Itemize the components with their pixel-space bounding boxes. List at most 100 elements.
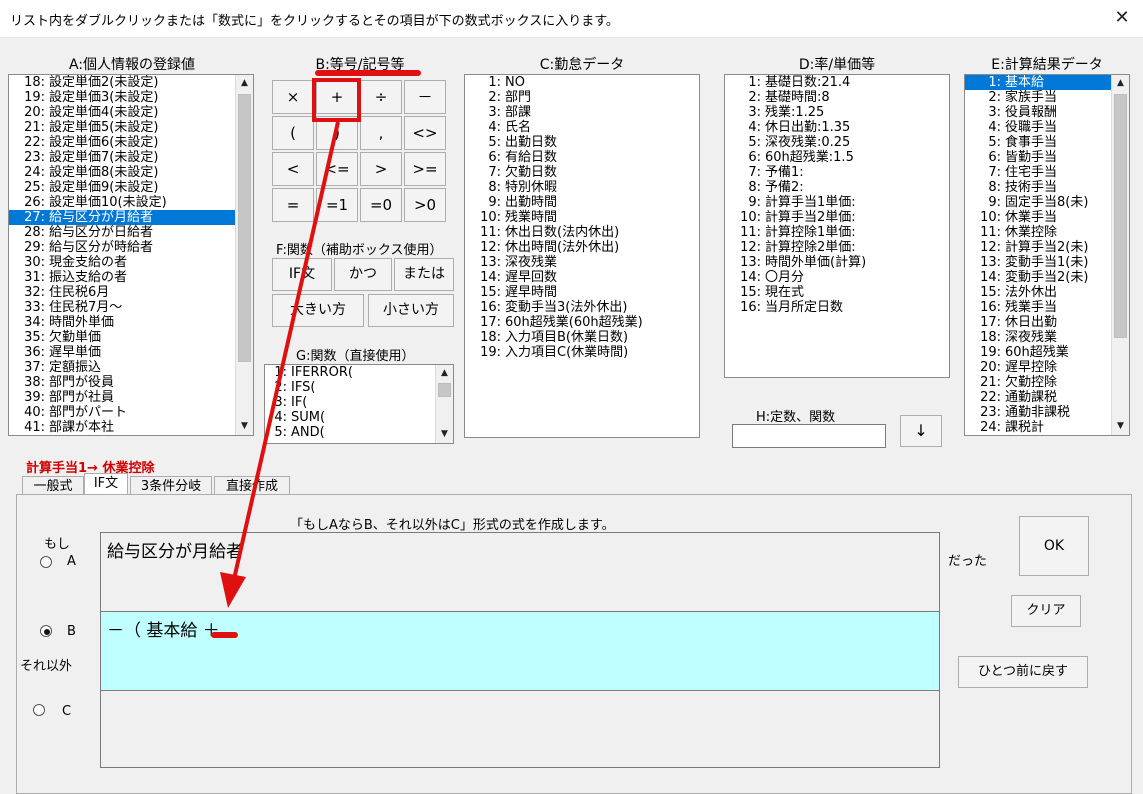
minus-button[interactable]: －: [404, 80, 446, 114]
list-item[interactable]: 2: 家族手当: [965, 90, 1129, 105]
plus-button[interactable]: +: [316, 80, 358, 114]
list-item[interactable]: 26: 設定単価10(未設定): [9, 195, 253, 210]
list-item[interactable]: 8: 技術手当: [965, 180, 1129, 195]
list-item[interactable]: 5: 食事手当: [965, 135, 1129, 150]
list-item[interactable]: 1: NO: [465, 75, 699, 90]
list-item[interactable]: 23: 設定単価7(未設定): [9, 150, 253, 165]
scroll-up-icon[interactable]: ▲: [436, 365, 453, 382]
equal-zero-button[interactable]: =0: [360, 188, 402, 222]
list-item[interactable]: 11: 休業控除: [965, 225, 1129, 240]
list-item[interactable]: 7: 予備1:: [725, 165, 949, 180]
open-paren-button[interactable]: (: [272, 116, 314, 150]
list-item[interactable]: 33: 住民税7月～: [9, 300, 253, 315]
ok-button[interactable]: OK: [1019, 516, 1089, 576]
list-item[interactable]: 16: 残業手当: [965, 300, 1129, 315]
list-item[interactable]: 14: 遅早回数: [465, 270, 699, 285]
list-item[interactable]: 7: 欠勤日数: [465, 165, 699, 180]
list-item[interactable]: 16: 当月所定日数: [725, 300, 949, 315]
list-item[interactable]: 11: 休出日数(法内休出): [465, 225, 699, 240]
panel-d-list[interactable]: 1: 基礎日数:21.4 2: 基礎時間:8 3: 残業:1.25 4: 休日出勤:1.35 5…: [724, 74, 950, 378]
list-item[interactable]: 9: 計算手当1単価:: [725, 195, 949, 210]
list-item[interactable]: 18: 深夜残業: [965, 330, 1129, 345]
panel-g-list[interactable]: 1: IFERROR(2: IFS(3: IF(4: SUM(5: AND( ▲ ▼: [264, 364, 454, 444]
list-item[interactable]: 5: 深夜残業:0.25: [725, 135, 949, 150]
list-item[interactable]: 18: 設定単価2(未設定): [9, 75, 253, 90]
list-item[interactable]: 17: 休日出勤: [965, 315, 1129, 330]
list-item[interactable]: 19: 設定単価3(未設定): [9, 90, 253, 105]
min-button[interactable]: 小さい方: [368, 294, 454, 327]
list-item[interactable]: 24: 課税計: [965, 420, 1129, 435]
list-item[interactable]: 6: 皆勤手当: [965, 150, 1129, 165]
equal-button[interactable]: =: [272, 188, 314, 222]
list-item[interactable]: 10: 残業時間: [465, 210, 699, 225]
value-b-box[interactable]: －（ 基本給 ＋: [100, 611, 940, 691]
scroll-down-icon[interactable]: ▼: [236, 418, 253, 435]
greater-equal-button[interactable]: >=: [404, 152, 446, 186]
list-item[interactable]: 16: 変動手当3(法外休出): [465, 300, 699, 315]
list-item[interactable]: 12: 計算控除2単価:: [725, 240, 949, 255]
list-item[interactable]: 6: 有給日数: [465, 150, 699, 165]
scroll-up-icon[interactable]: ▲: [236, 75, 253, 92]
list-item[interactable]: 38: 部門が役員: [9, 375, 253, 390]
equal-one-button[interactable]: =1: [316, 188, 358, 222]
list-item[interactable]: 6: 60h超残業:1.5: [725, 150, 949, 165]
list-item[interactable]: 22: 設定単価6(未設定): [9, 135, 253, 150]
tab-if[interactable]: IF文: [84, 473, 128, 496]
and-button[interactable]: かつ: [334, 258, 392, 291]
radio-a[interactable]: [40, 556, 52, 568]
list-item[interactable]: 23: 通勤非課税: [965, 405, 1129, 420]
list-item[interactable]: 9: 出勤時間: [465, 195, 699, 210]
list-item[interactable]: 5: AND(: [265, 425, 453, 440]
list-item[interactable]: 1: 基礎日数:21.4: [725, 75, 949, 90]
list-item[interactable]: 21: 設定単価5(未設定): [9, 120, 253, 135]
panel-c-list[interactable]: 1: NO 2: 部門 3: 部課 4: 氏名 5: 出勤日数 6: 有給日数 7: 欠勤日数 8: 特別休暇…: [464, 74, 700, 438]
divide-button[interactable]: ÷: [360, 80, 402, 114]
list-item[interactable]: 13: 深夜残業: [465, 255, 699, 270]
list-item[interactable]: 15: 法外休出: [965, 285, 1129, 300]
scroll-up-icon[interactable]: ▲: [1112, 75, 1129, 92]
list-item[interactable]: 2: 部門: [465, 90, 699, 105]
list-item[interactable]: 4: SUM(: [265, 410, 453, 425]
list-item[interactable]: 11: 計算控除1単価:: [725, 225, 949, 240]
list-item[interactable]: 21: 欠勤控除: [965, 375, 1129, 390]
list-item[interactable]: 15: 現在式: [725, 285, 949, 300]
value-c-box[interactable]: [100, 690, 940, 768]
list-item[interactable]: 4: 氏名: [465, 120, 699, 135]
list-item[interactable]: 27: 給与区分が月給者: [9, 210, 253, 225]
list-item[interactable]: 30: 現金支給の者: [9, 255, 253, 270]
comma-button[interactable]: ,: [360, 116, 402, 150]
close-paren-button[interactable]: ): [316, 116, 358, 150]
list-item[interactable]: 31: 振込支給の者: [9, 270, 253, 285]
list-item[interactable]: 24: 設定単価8(未設定): [9, 165, 253, 180]
if-button[interactable]: IF文: [272, 258, 332, 291]
scroll-down-icon[interactable]: ▼: [1112, 418, 1129, 435]
list-item[interactable]: 5: 出勤日数: [465, 135, 699, 150]
list-item[interactable]: 40: 部門がパート: [9, 405, 253, 420]
panel-a-scrollbar[interactable]: ▲ ▼: [235, 75, 253, 435]
list-item[interactable]: 3: 残業:1.25: [725, 105, 949, 120]
list-item[interactable]: 10: 計算手当2単価:: [725, 210, 949, 225]
list-item[interactable]: 14: 〇月分: [725, 270, 949, 285]
list-item[interactable]: 39: 部門が社員: [9, 390, 253, 405]
list-item[interactable]: 17: 60h超残業(60h超残業): [465, 315, 699, 330]
list-item[interactable]: 4: 役職手当: [965, 120, 1129, 135]
list-item[interactable]: 20: 遅早控除: [965, 360, 1129, 375]
undo-button[interactable]: ひとつ前に戻す: [958, 656, 1088, 688]
tab-general[interactable]: 一般式: [22, 476, 84, 496]
panel-a-list[interactable]: 18: 設定単価2(未設定) 19: 設定単価3(未設定) 20: 設定単価4(未設定) 2…: [8, 74, 254, 436]
list-item[interactable]: 41: 部課が本社: [9, 420, 253, 435]
panel-e-scrollbar[interactable]: ▲ ▼: [1111, 75, 1129, 435]
radio-c[interactable]: [33, 704, 45, 716]
list-item[interactable]: 14: 変動手当2(未): [965, 270, 1129, 285]
list-item[interactable]: 1: 基本給: [965, 75, 1129, 90]
list-item[interactable]: 12: 計算手当2(未): [965, 240, 1129, 255]
constant-input[interactable]: [732, 424, 886, 448]
less-than-button[interactable]: <: [272, 152, 314, 186]
scroll-thumb[interactable]: [238, 94, 251, 362]
list-item[interactable]: 13: 変動手当1(未): [965, 255, 1129, 270]
list-item[interactable]: 4: 休日出勤:1.35: [725, 120, 949, 135]
list-item[interactable]: 7: 住宅手当: [965, 165, 1129, 180]
clear-button[interactable]: クリア: [1011, 595, 1081, 627]
greater-than-button[interactable]: >: [360, 152, 402, 186]
tab-three-branch[interactable]: 3条件分岐: [130, 476, 212, 496]
